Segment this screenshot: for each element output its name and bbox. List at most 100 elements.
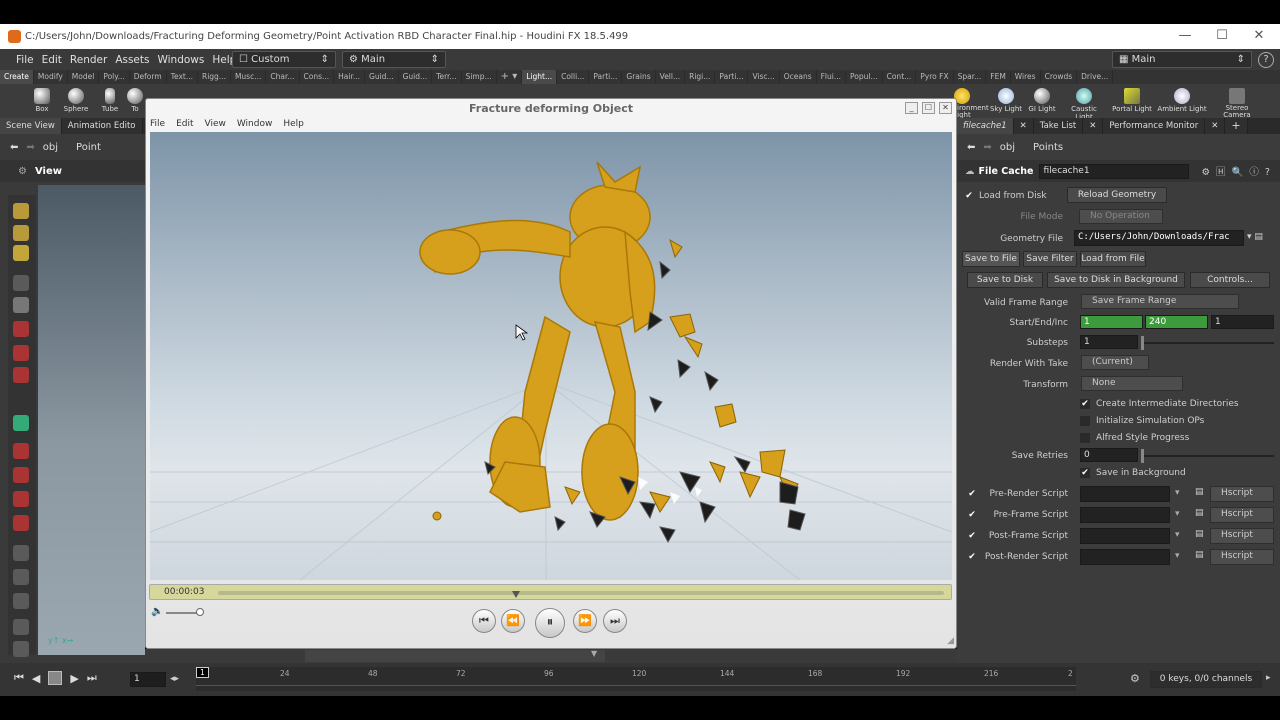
file-browse-icon[interactable]: ▤	[1195, 529, 1204, 539]
snap-point-icon[interactable]	[13, 367, 29, 383]
collapse-arrow-icon[interactable]: ▼	[591, 649, 597, 658]
pre-render-lang-dropdown[interactable]: Hscript	[1210, 486, 1274, 502]
shelf-tab[interactable]: Rigg...	[198, 70, 231, 84]
back-icon[interactable]: ⬅	[10, 142, 18, 153]
pre-render-field[interactable]	[1080, 486, 1170, 502]
lock-icon[interactable]	[13, 297, 29, 313]
shelf-tab[interactable]: Deform	[130, 70, 167, 84]
shelf-tab[interactable]: Cont...	[883, 70, 917, 84]
snap-grid-icon[interactable]	[13, 345, 29, 361]
player-menu-file[interactable]: File	[150, 119, 165, 129]
tab-save-to-file[interactable]: Save to File	[962, 250, 1020, 267]
pre-frame-checkbox[interactable]	[967, 510, 977, 520]
magnet-icon[interactable]	[13, 443, 29, 459]
pre-frame-lang-dropdown[interactable]: Hscript	[1210, 507, 1274, 523]
resize-grip-icon[interactable]: ◢	[947, 636, 954, 646]
back-icon[interactable]: ⬅	[967, 142, 975, 153]
shelf-tab[interactable]: Parti...	[589, 70, 623, 84]
stereo-camera-tool[interactable]: Stereo Camera	[1218, 86, 1256, 119]
post-render-field[interactable]	[1080, 549, 1170, 565]
player-minimize-button[interactable]: _	[905, 102, 918, 114]
shelf-tab[interactable]: Crowds	[1041, 70, 1078, 84]
pre-frame-field[interactable]	[1080, 507, 1170, 523]
caustic-light-tool[interactable]: Caustic Light	[1062, 86, 1106, 121]
step-back-icon[interactable]: ◀	[32, 672, 40, 685]
pose-tool-icon[interactable]	[13, 225, 29, 241]
tube-tool[interactable]: Tube	[93, 86, 127, 113]
shelf-tab[interactable]: Guid...	[365, 70, 399, 84]
shelf-tab[interactable]: FEM	[986, 70, 1011, 84]
init-sim-checkbox[interactable]	[1080, 416, 1090, 426]
post-render-checkbox[interactable]	[967, 552, 977, 562]
stop-icon[interactable]	[48, 671, 63, 685]
gi-light-tool[interactable]: GI Light	[1025, 86, 1059, 113]
tab-performance-monitor[interactable]: Performance Monitor	[1103, 118, 1206, 134]
jump-start-icon[interactable]: ⏮	[14, 671, 24, 685]
sphere-tool[interactable]: Sphere	[59, 86, 93, 113]
handle-tool-icon[interactable]	[13, 203, 29, 219]
shelf-tab[interactable]: Char...	[266, 70, 300, 84]
forward-icon[interactable]: ➡	[26, 142, 34, 153]
player-close-button[interactable]: ✕	[939, 102, 952, 114]
load-from-disk-checkbox[interactable]	[964, 191, 974, 201]
increment-field[interactable]: 1	[1211, 315, 1274, 329]
menu-windows[interactable]: Windows	[157, 54, 204, 66]
slider-handle[interactable]	[1141, 449, 1144, 463]
timeline-track[interactable]: 1 24 48 72 96 120 144 168 192 216 2	[196, 667, 1076, 691]
select-tool-icon[interactable]	[13, 275, 29, 291]
shelf-tab[interactable]: Pyro FX	[916, 70, 954, 84]
save-to-disk-button[interactable]: Save to Disk	[967, 272, 1043, 288]
shelf-tab[interactable]: Modify	[34, 70, 68, 84]
tab-save-filter[interactable]: Save Filter	[1023, 250, 1077, 267]
box-tool[interactable]: Box	[25, 86, 59, 113]
post-frame-checkbox[interactable]	[967, 531, 977, 541]
render-with-take-dropdown[interactable]: (Current)	[1081, 355, 1149, 370]
video-frame[interactable]	[150, 132, 952, 580]
seek-track[interactable]	[218, 591, 944, 598]
volume-handle[interactable]	[196, 608, 204, 616]
minimize-button[interactable]: —	[1170, 28, 1200, 43]
player-menu-view[interactable]: View	[205, 119, 226, 129]
skip-forward-button[interactable]: ⏭	[603, 609, 627, 633]
display-icon[interactable]	[13, 641, 29, 657]
frame-field[interactable]: 1	[130, 672, 166, 687]
expand-icon[interactable]: ▸	[1266, 673, 1271, 683]
node-name-field[interactable]: filecache1	[1039, 163, 1190, 179]
portal-light-tool[interactable]: Portal Light	[1110, 86, 1154, 113]
end-frame-field[interactable]: 240	[1145, 315, 1208, 329]
play-icon[interactable]: ▶	[70, 672, 78, 685]
node-tools-icon[interactable]: ⚙🄷🔍ⓘ?	[1201, 164, 1275, 178]
desktop-dropdown[interactable]: ☐ Custom ⇕	[232, 51, 336, 68]
file-mode-dropdown[interactable]: No Operation	[1079, 209, 1163, 224]
magnet-3-icon[interactable]	[13, 491, 29, 507]
pause-button[interactable]: ⏸	[535, 608, 565, 638]
magnet-2-icon[interactable]	[13, 467, 29, 483]
shelf-tab[interactable]: Light...	[522, 70, 558, 84]
close-tab-icon[interactable]: ✕	[1205, 118, 1226, 134]
shelf-tab[interactable]: Guid...	[399, 70, 433, 84]
shelf-tab[interactable]: Text...	[167, 70, 198, 84]
sky-light-tool[interactable]: Sky Light	[989, 86, 1023, 113]
camera-icon[interactable]	[13, 545, 29, 561]
shelf-tab[interactable]: Visc...	[748, 70, 780, 84]
obj-path[interactable]: obj	[1000, 142, 1015, 153]
save-to-disk-background-button[interactable]: Save to Disk in Background	[1047, 272, 1185, 288]
menu-file[interactable]: File	[16, 54, 34, 66]
start-frame-field[interactable]: 1	[1080, 315, 1143, 329]
valid-frame-range-dropdown[interactable]: Save Frame Range	[1081, 294, 1239, 309]
shelf-tab[interactable]: Oceans	[780, 70, 817, 84]
close-button[interactable]: ✕	[1244, 28, 1274, 43]
range-arrows-icon[interactable]: ◂▸	[170, 674, 179, 684]
player-menu-edit[interactable]: Edit	[176, 119, 193, 129]
add-tab-icon[interactable]: +	[1225, 118, 1248, 134]
shelf-tab[interactable]: Wires	[1011, 70, 1041, 84]
file-browse-icon[interactable]: ▾ ▤	[1247, 232, 1263, 242]
shelf-tab[interactable]: Musc...	[231, 70, 267, 84]
shelf-tab[interactable]: Cons...	[300, 70, 335, 84]
tab-load-from-file[interactable]: Load from File	[1080, 250, 1146, 267]
main-dropdown-left[interactable]: ⚙ Main ⇕	[342, 51, 446, 68]
post-render-lang-dropdown[interactable]: Hscript	[1210, 549, 1274, 565]
save-retries-field[interactable]: 0	[1080, 448, 1138, 462]
maximize-button[interactable]: ☐	[1207, 28, 1237, 43]
alfred-progress-checkbox[interactable]	[1080, 433, 1090, 443]
